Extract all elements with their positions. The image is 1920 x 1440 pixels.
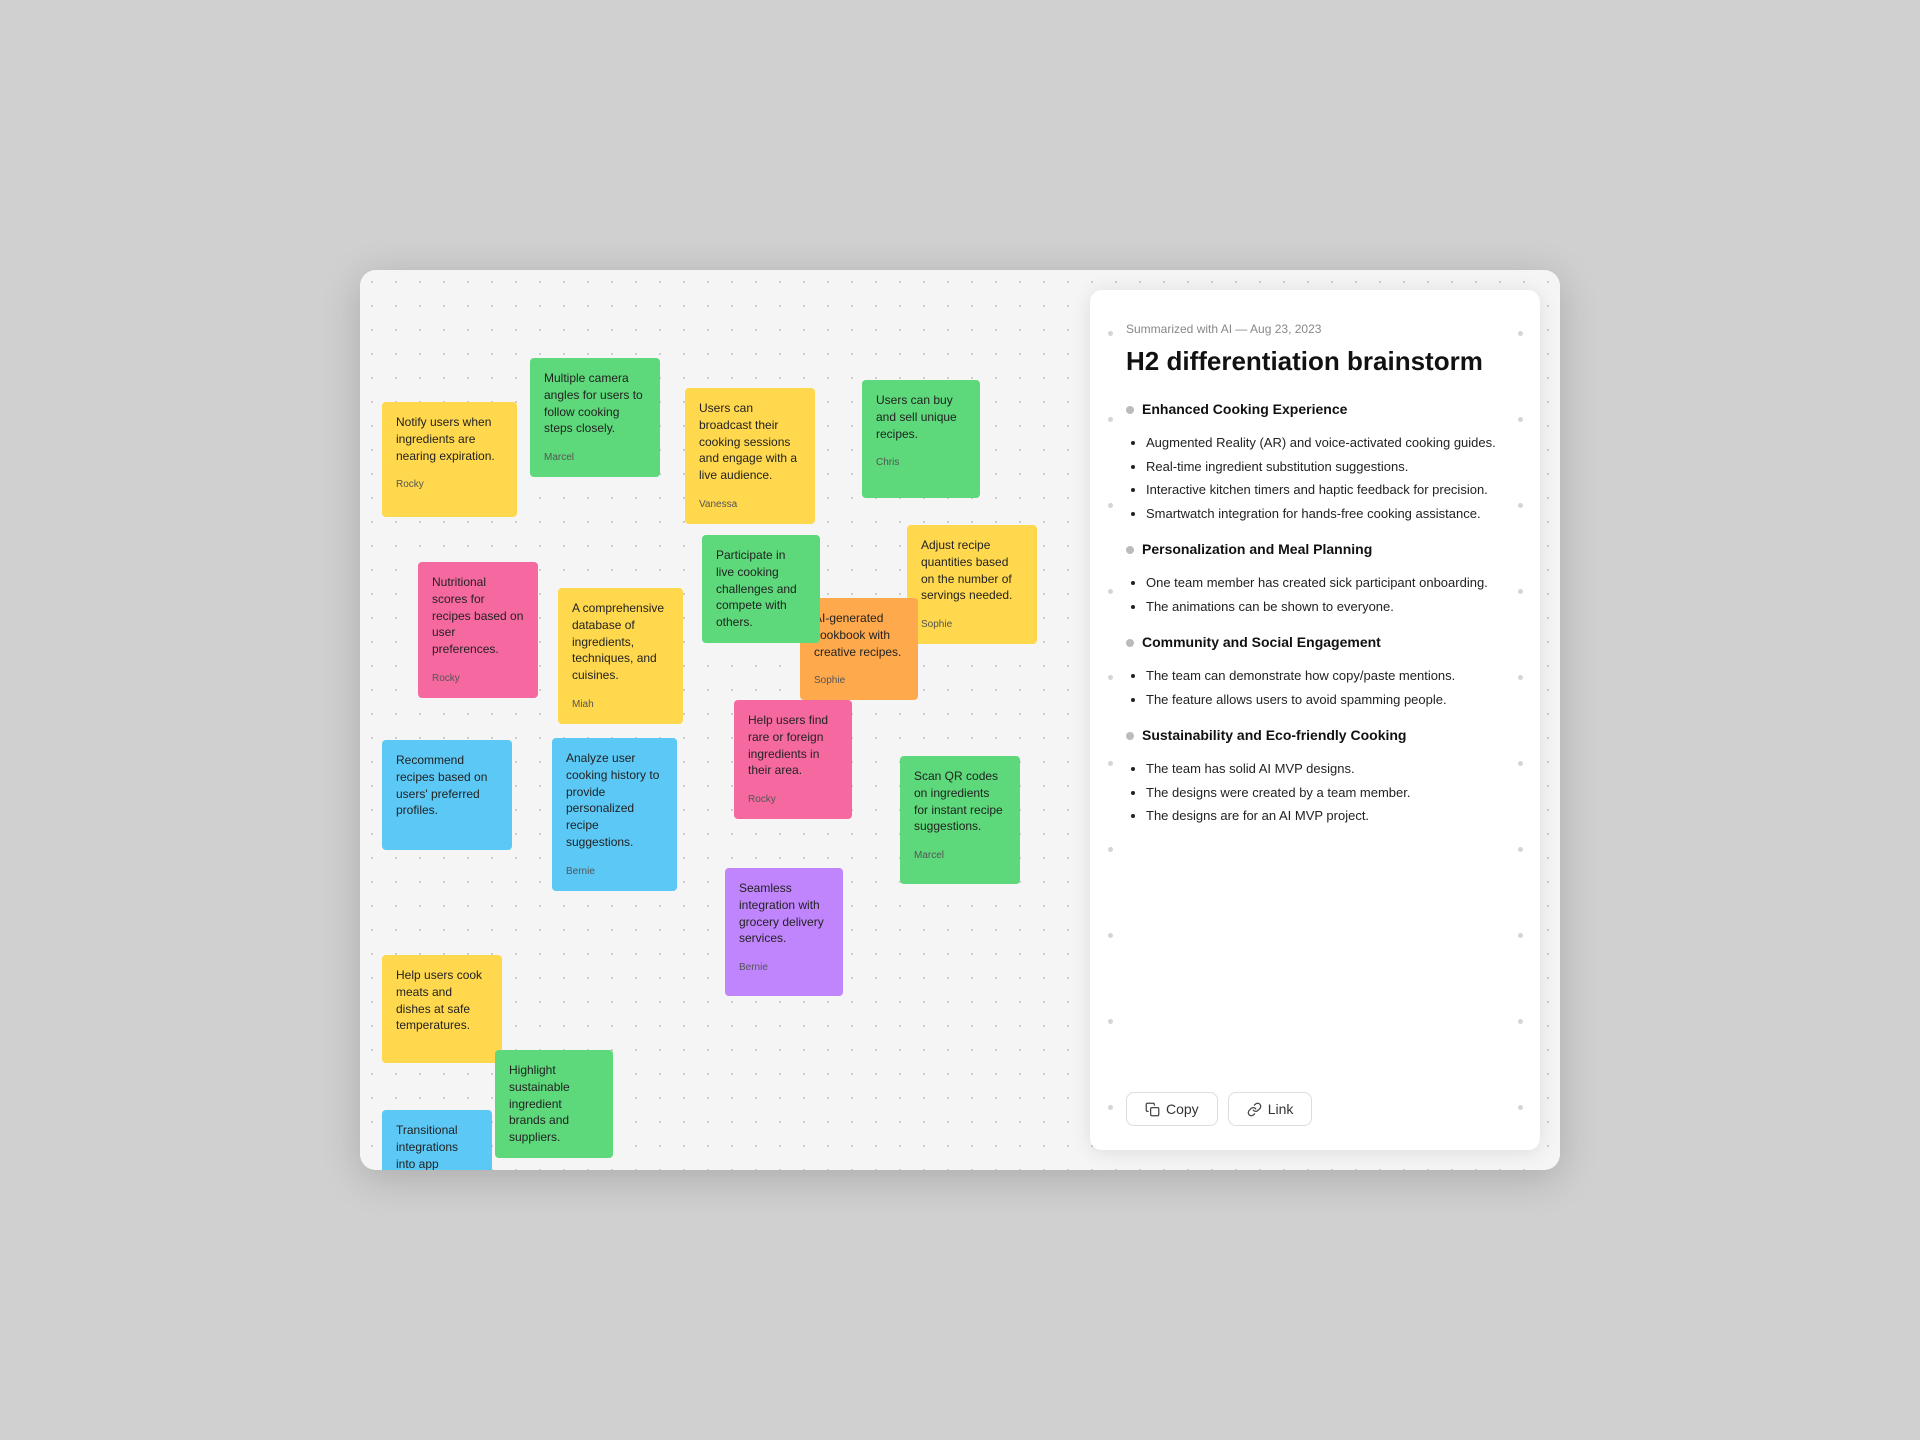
section-item: Interactive kitchen timers and haptic fe…: [1146, 480, 1504, 500]
note-text: Seamless integration with grocery delive…: [739, 880, 829, 947]
summary-meta: Summarized with AI — Aug 23, 2023: [1126, 322, 1504, 336]
note-text: Highlight sustainable ingredient brands …: [509, 1062, 599, 1146]
section-item: The team can demonstrate how copy/paste …: [1146, 666, 1504, 686]
sticky-note-note15[interactable]: Help users cook meats and dishes at safe…: [382, 955, 502, 1063]
note-author: Chris: [876, 456, 966, 470]
sticky-note-note3[interactable]: Users can buy and sell unique recipes. Ch…: [862, 380, 980, 498]
section-item: The designs were created by a team membe…: [1146, 783, 1504, 803]
summary-section-personalization: Personalization and Meal Planning One tea…: [1126, 541, 1504, 616]
left-dots-decoration: [1102, 290, 1118, 1150]
section-dot: [1126, 546, 1134, 554]
link-label: Link: [1268, 1101, 1294, 1117]
section-dot: [1126, 732, 1134, 740]
sticky-note-note17[interactable]: Transitional integrations into app versi…: [382, 1110, 492, 1170]
note-author: Sophie: [814, 674, 904, 688]
section-title: Sustainability and Eco-friendly Cooking: [1142, 727, 1406, 743]
note-text: Nutritional scores for recipes based on …: [432, 574, 524, 658]
summary-section-sustainability: Sustainability and Eco-friendly Cooking T…: [1126, 727, 1504, 826]
section-item: Augmented Reality (AR) and voice-activat…: [1146, 433, 1504, 453]
note-text: A comprehensive database of ingredients,…: [572, 600, 669, 684]
note-author: Vanessa: [699, 498, 801, 512]
section-item: The feature allows users to avoid spammi…: [1146, 690, 1504, 710]
link-icon: [1247, 1102, 1262, 1117]
section-item: The designs are for an AI MVP project.: [1146, 806, 1504, 826]
section-title: Personalization and Meal Planning: [1142, 541, 1372, 557]
section-title: Enhanced Cooking Experience: [1142, 401, 1347, 417]
note-text: Help users find rare or foreign ingredie…: [748, 712, 838, 779]
copy-label: Copy: [1166, 1101, 1199, 1117]
copy-icon: [1145, 1102, 1160, 1117]
note-text: Transitional integrations into app versi…: [396, 1122, 478, 1170]
summary-actions: Copy Link: [1126, 1072, 1504, 1126]
section-item: Smartwatch integration for hands-free co…: [1146, 504, 1504, 524]
note-author: Rocky: [396, 478, 503, 492]
note-text: Scan QR codes on ingredients for instant…: [914, 768, 1006, 835]
note-author: Marcel: [544, 451, 646, 465]
section-items: The team has solid AI MVP designs. The de…: [1126, 759, 1504, 826]
note-author: Rocky: [432, 672, 524, 686]
note-author: Rocky: [748, 793, 838, 807]
section-item: Real-time ingredient substitution sugges…: [1146, 457, 1504, 477]
sticky-note-note4[interactable]: Notify users when ingredients are nearin…: [382, 402, 517, 517]
section-item: One team member has created sick partici…: [1146, 573, 1504, 593]
note-text: Participate in live cooking challenges a…: [716, 547, 806, 631]
note-author: Miah: [572, 698, 669, 712]
right-dots-decoration: [1512, 290, 1528, 1150]
link-button[interactable]: Link: [1228, 1092, 1313, 1126]
section-items: The team can demonstrate how copy/paste …: [1126, 666, 1504, 709]
note-author: Bernie: [739, 961, 829, 975]
note-text: AI-generated cookbook with creative reci…: [814, 610, 904, 660]
summary-sections: Enhanced Cooking Experience Augmented Rea…: [1126, 401, 1504, 844]
summary-section-enhanced-cooking: Enhanced Cooking Experience Augmented Rea…: [1126, 401, 1504, 523]
sticky-note-note10[interactable]: Help users find rare or foreign ingredie…: [734, 700, 852, 819]
section-dot: [1126, 639, 1134, 647]
note-text: Adjust recipe quantities based on the nu…: [921, 537, 1023, 604]
note-text: Notify users when ingredients are nearin…: [396, 414, 503, 464]
note-text: Analyze user cooking history to provide …: [566, 750, 663, 851]
sticky-note-note12[interactable]: Recommend recipes based on users' prefer…: [382, 740, 512, 850]
sticky-note-note1[interactable]: Multiple camera angles for users to foll…: [530, 358, 660, 477]
app-window: Multiple camera angles for users to foll…: [360, 270, 1560, 1170]
note-text: Multiple camera angles for users to foll…: [544, 370, 646, 437]
section-item: The animations can be shown to everyone.: [1146, 597, 1504, 617]
sticky-note-note16[interactable]: Highlight sustainable ingredient brands …: [495, 1050, 613, 1158]
summary-panel: Summarized with AI — Aug 23, 2023 H2 dif…: [1090, 290, 1540, 1150]
sticky-note-note9[interactable]: Participate in live cooking challenges a…: [702, 535, 820, 643]
sticky-note-note6[interactable]: Nutritional scores for recipes based on …: [418, 562, 538, 698]
sticky-note-note11[interactable]: Analyze user cooking history to provide …: [552, 738, 677, 891]
section-item: The team has solid AI MVP designs.: [1146, 759, 1504, 779]
sticky-note-note14[interactable]: Seamless integration with grocery delive…: [725, 868, 843, 996]
sticky-note-note2[interactable]: Users can broadcast their cooking sessio…: [685, 388, 815, 524]
note-text: Users can buy and sell unique recipes.: [876, 392, 966, 442]
section-items: One team member has created sick partici…: [1126, 573, 1504, 616]
note-author: Marcel: [914, 849, 1006, 863]
note-text: Help users cook meats and dishes at safe…: [396, 967, 488, 1034]
copy-button[interactable]: Copy: [1126, 1092, 1218, 1126]
note-author: Sophie: [921, 618, 1023, 632]
section-items: Augmented Reality (AR) and voice-activat…: [1126, 433, 1504, 523]
canvas-area[interactable]: Multiple camera angles for users to foll…: [360, 270, 1560, 1170]
sticky-note-note7[interactable]: A comprehensive database of ingredients,…: [558, 588, 683, 724]
summary-title: H2 differentiation brainstorm: [1126, 346, 1504, 377]
note-author: Bernie: [566, 865, 663, 879]
section-title: Community and Social Engagement: [1142, 634, 1381, 650]
section-dot: [1126, 406, 1134, 414]
sticky-note-note13[interactable]: Scan QR codes on ingredients for instant…: [900, 756, 1020, 884]
note-text: Recommend recipes based on users' prefer…: [396, 752, 498, 819]
sticky-note-note5[interactable]: Adjust recipe quantities based on the nu…: [907, 525, 1037, 644]
note-text: Users can broadcast their cooking sessio…: [699, 400, 801, 484]
summary-section-community: Community and Social Engagement The team …: [1126, 634, 1504, 709]
